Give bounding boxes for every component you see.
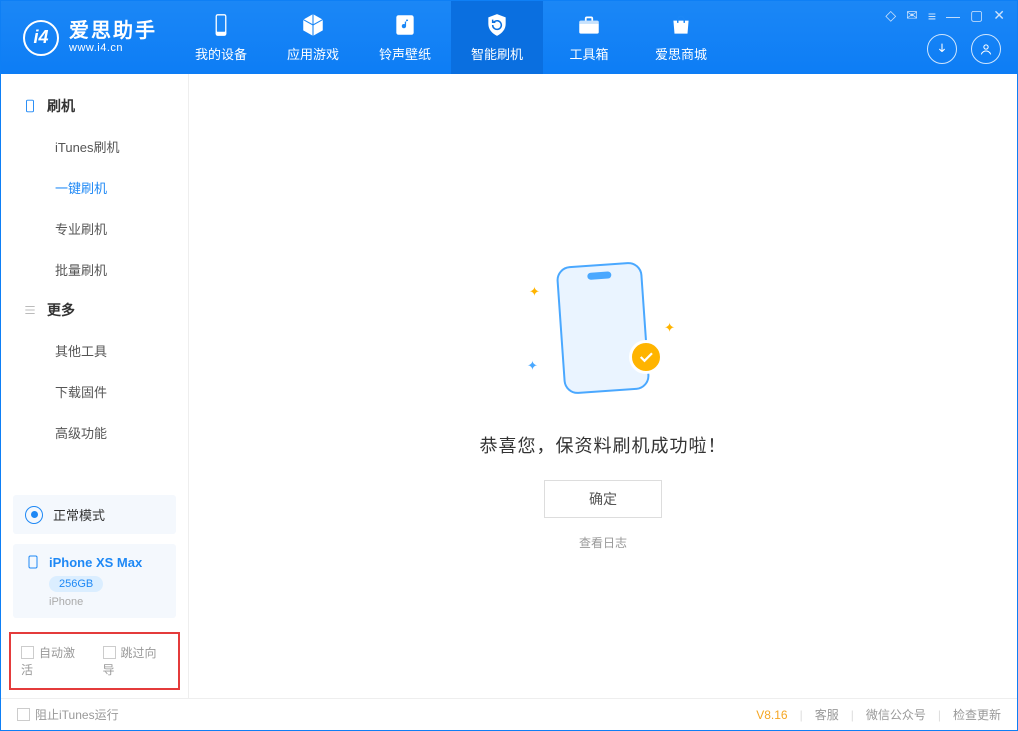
nav-store[interactable]: 爱思商城 (635, 1, 727, 74)
wechat-link[interactable]: 微信公众号 (866, 706, 926, 723)
app-subtitle: www.i4.cn (69, 42, 157, 54)
nav-label: 应用游戏 (287, 44, 339, 63)
nav-apps[interactable]: 应用游戏 (267, 1, 359, 74)
support-link[interactable]: 客服 (815, 706, 839, 723)
nav-flash[interactable]: 智能刷机 (451, 1, 543, 74)
auto-activate-checkbox[interactable]: 自动激活 (21, 644, 87, 678)
block-itunes-checkbox[interactable]: 阻止iTunes运行 (17, 706, 119, 723)
device-mode-label: 正常模式 (53, 505, 105, 524)
phone-outline-icon (23, 99, 37, 113)
nav-label: 工具箱 (569, 44, 608, 63)
sidebar-item-advanced[interactable]: 高级功能 (1, 412, 188, 453)
ok-button[interactable]: 确定 (544, 480, 662, 518)
nav-label: 智能刷机 (471, 44, 523, 63)
nav-ringtones[interactable]: 铃声壁纸 (359, 1, 451, 74)
success-illustration: ✦ ✦ ✦ (523, 264, 683, 404)
nav-label: 我的设备 (195, 44, 247, 63)
nav-label: 铃声壁纸 (379, 44, 431, 63)
device-mode-box[interactable]: 正常模式 (13, 495, 176, 534)
success-message: 恭喜您，保资料刷机成功啦！ (480, 432, 727, 458)
phone-icon (208, 12, 234, 38)
sparkle-icon: ✦ (529, 284, 540, 300)
device-capacity-badge: 256GB (49, 576, 103, 592)
window-controls: ◇ ✉ ≡ — ▢ ✕ (885, 7, 1005, 24)
maximize-button[interactable]: ▢ (970, 7, 983, 24)
status-bar: 阻止iTunes运行 V8.16 | 客服 | 微信公众号 | 检查更新 (1, 698, 1017, 730)
main-nav: 我的设备 应用游戏 铃声壁纸 智能刷机 工具箱 爱思商城 (175, 1, 727, 74)
sidebar-group-label: 刷机 (47, 96, 75, 116)
account-button[interactable] (971, 34, 1001, 64)
minimize-button[interactable]: — (946, 8, 960, 24)
sidebar-group-flash[interactable]: 刷机 (1, 86, 188, 126)
title-bar: i4 爱思助手 www.i4.cn 我的设备 应用游戏 铃声壁纸 智能刷机 工具… (1, 1, 1017, 74)
skip-guide-checkbox[interactable]: 跳过向导 (103, 644, 169, 678)
device-name: iPhone XS Max (49, 555, 142, 570)
logo-icon: i4 (23, 20, 59, 56)
highlighted-options-row: 自动激活 跳过向导 (9, 632, 180, 690)
shield-refresh-icon (484, 12, 510, 38)
device-type: iPhone (49, 596, 164, 608)
sparkle-icon: ✦ (664, 320, 675, 336)
sidebar: 刷机 iTunes刷机 一键刷机 专业刷机 批量刷机 更多 其他工具 下载固件 … (1, 74, 189, 698)
tshirt-icon[interactable]: ◇ (885, 7, 896, 24)
close-button[interactable]: ✕ (993, 7, 1005, 24)
cube-icon (300, 12, 326, 38)
music-icon (392, 12, 418, 38)
sparkle-icon: ✦ (527, 358, 538, 374)
version-label: V8.16 (756, 708, 787, 722)
phone-illustration (556, 261, 651, 395)
main-content: ✦ ✦ ✦ 恭喜您，保资料刷机成功啦！ 确定 查看日志 (189, 74, 1017, 698)
device-info-box[interactable]: iPhone XS Max 256GB iPhone (13, 544, 176, 618)
nav-toolbox[interactable]: 工具箱 (543, 1, 635, 74)
sidebar-item-pro-flash[interactable]: 专业刷机 (1, 208, 188, 249)
nav-my-device[interactable]: 我的设备 (175, 1, 267, 74)
sidebar-item-other-tools[interactable]: 其他工具 (1, 330, 188, 371)
sidebar-item-itunes-flash[interactable]: iTunes刷机 (1, 126, 188, 167)
logo-area: i4 爱思助手 www.i4.cn (1, 1, 175, 74)
app-title: 爱思助手 (69, 20, 157, 42)
sidebar-group-label: 更多 (47, 300, 75, 320)
checkmark-badge-icon (629, 340, 663, 374)
device-icon (25, 554, 41, 570)
sidebar-item-batch-flash[interactable]: 批量刷机 (1, 249, 188, 290)
bag-icon (668, 12, 694, 38)
status-dot-icon (25, 506, 43, 524)
list-icon (23, 303, 37, 317)
sidebar-item-oneclick-flash[interactable]: 一键刷机 (1, 167, 188, 208)
toolbox-icon (576, 12, 602, 38)
check-update-link[interactable]: 检查更新 (953, 706, 1001, 723)
view-log-link[interactable]: 查看日志 (579, 534, 627, 551)
feedback-icon[interactable]: ✉ (906, 7, 918, 24)
nav-label: 爱思商城 (655, 44, 707, 63)
sidebar-group-more[interactable]: 更多 (1, 290, 188, 330)
checkbox-label: 阻止iTunes运行 (35, 708, 119, 722)
download-button[interactable] (927, 34, 957, 64)
menu-icon[interactable]: ≡ (928, 8, 936, 24)
sidebar-item-firmware[interactable]: 下载固件 (1, 371, 188, 412)
